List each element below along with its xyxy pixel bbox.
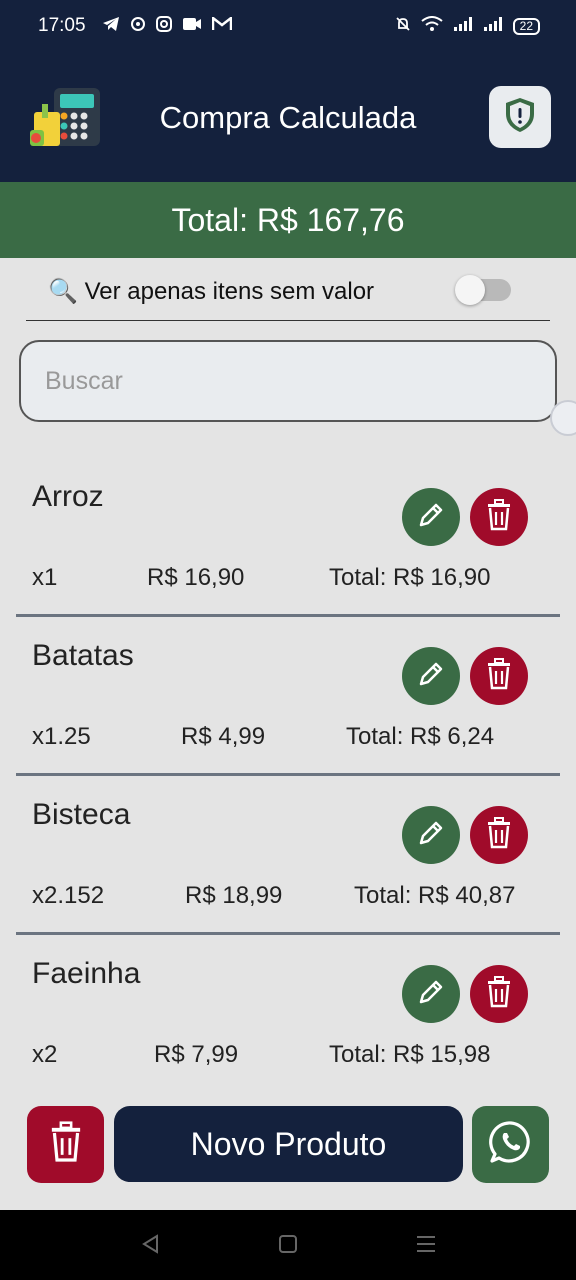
item-quantity: x1 [32, 564, 58, 591]
item-name: Arroz [32, 480, 104, 513]
item-price: R$ 7,99 [154, 1041, 239, 1068]
delete-button[interactable] [470, 965, 528, 1023]
signal-icon-2 [483, 16, 503, 37]
item-price: R$ 18,99 [185, 882, 283, 909]
toggle-knob [455, 275, 485, 305]
item-name: Faeinha [32, 957, 141, 990]
list-item: Arroz x1 R$ 16,90 Total: R$ 16,90 [16, 458, 560, 617]
item-quantity: x2.152 [32, 882, 105, 909]
home-square-icon [277, 1233, 299, 1260]
menu-lines-icon [415, 1233, 437, 1260]
grand-total: Total: R$ 167,76 [0, 182, 576, 258]
delete-button[interactable] [470, 488, 528, 546]
item-name: Batatas [32, 639, 134, 672]
edit-button[interactable] [402, 488, 460, 546]
item-total: Total: R$ 40,87 [354, 882, 516, 909]
status-bar: 17:05 22 [0, 0, 576, 52]
edit-button[interactable] [402, 647, 460, 705]
list-item: Batatas x1.25 R$ 4,99 Total: R$ 6,24 [16, 617, 560, 776]
new-product-button[interactable]: Novo Produto [114, 1106, 463, 1182]
whatsapp-icon [488, 1120, 533, 1169]
edit-button[interactable] [402, 965, 460, 1023]
home-nav-button[interactable] [274, 1232, 302, 1260]
item-total: Total: R$ 15,98 [329, 1041, 491, 1068]
pencil-icon [416, 977, 446, 1012]
magnifier-icon: 🔍 [48, 277, 78, 305]
telegram-icon [102, 16, 120, 36]
notification-icon [130, 16, 146, 36]
status-notification-icons [102, 15, 232, 36]
wifi-icon [421, 15, 443, 37]
item-quantity: x2 [32, 1041, 58, 1068]
battery-indicator: 22 [512, 17, 540, 35]
item-total: Total: R$ 6,24 [346, 723, 495, 750]
item-price: R$ 16,90 [147, 564, 245, 591]
filter-row: 🔍 Ver apenas itens sem valor [26, 262, 550, 321]
signal-icon [453, 16, 473, 37]
list-item: Faeinha x2 R$ 7,99 Total: R$ 15,98 [16, 935, 560, 1094]
whatsapp-share-button[interactable] [472, 1106, 549, 1183]
product-list: Arroz x1 R$ 16,90 Total: R$ 16,90 Batata… [16, 458, 560, 1094]
bottom-action-bar: Novo Produto [0, 1095, 576, 1210]
trash-icon [485, 816, 513, 854]
filter-label: 🔍 Ver apenas itens sem valor [48, 277, 375, 305]
edit-button[interactable] [402, 806, 460, 864]
filter-toggle[interactable] [455, 275, 511, 305]
trash-icon [48, 1121, 84, 1168]
item-total: Total: R$ 16,90 [329, 564, 491, 591]
system-nav-bar [0, 1210, 576, 1280]
shield-button[interactable] [489, 86, 551, 148]
back-triangle-icon [139, 1233, 161, 1260]
shield-alert-icon [503, 96, 537, 139]
gmail-icon [211, 15, 232, 35]
scroll-handle[interactable] [550, 400, 576, 436]
delete-button[interactable] [470, 806, 528, 864]
search-input[interactable] [19, 340, 557, 422]
item-price: R$ 4,99 [181, 723, 266, 750]
app-header: Compra Calculada [0, 52, 576, 182]
trash-icon [485, 657, 513, 695]
trash-icon [485, 975, 513, 1013]
pencil-icon [416, 659, 446, 694]
status-time: 17:05 [38, 15, 86, 36]
status-system-icons: 22 [395, 15, 540, 37]
instagram-icon [155, 16, 172, 36]
mute-icon [395, 16, 411, 37]
item-quantity: x1.25 [32, 723, 91, 750]
recents-nav-button[interactable] [412, 1232, 440, 1260]
pencil-icon [416, 500, 446, 535]
item-name: Bisteca [32, 798, 131, 831]
pencil-icon [416, 818, 446, 853]
clear-list-button[interactable] [27, 1106, 104, 1183]
delete-button[interactable] [470, 647, 528, 705]
back-nav-button[interactable] [136, 1232, 164, 1260]
list-item: Bisteca x2.152 R$ 18,99 Total: R$ 40,87 [16, 776, 560, 935]
trash-icon [485, 498, 513, 536]
video-icon [182, 17, 202, 35]
